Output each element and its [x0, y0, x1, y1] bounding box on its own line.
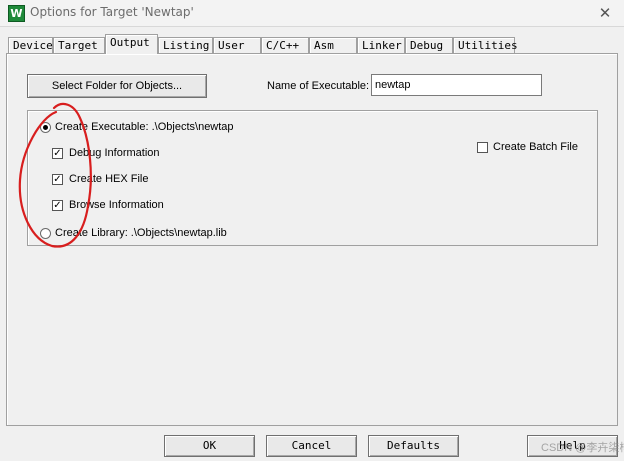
- debug-information-label: Debug Information: [69, 147, 160, 159]
- create-hex-file-label: Create HEX File: [69, 173, 149, 185]
- tab-linker[interactable]: Linker: [357, 37, 405, 53]
- title-bar: W Options for Target 'Newtap' ✕: [0, 0, 624, 27]
- create-library-label: Create Library: .\Objects\newtap.lib: [55, 227, 227, 239]
- tab-asm[interactable]: Asm: [309, 37, 357, 53]
- defaults-button[interactable]: Defaults: [368, 435, 459, 457]
- ok-button[interactable]: OK: [164, 435, 255, 457]
- browse-information-label: Browse Information: [69, 199, 164, 211]
- name-of-executable-input[interactable]: [371, 74, 542, 96]
- cancel-button[interactable]: Cancel: [266, 435, 357, 457]
- browse-information-checkbox[interactable]: ✓: [52, 200, 63, 211]
- name-of-executable-label: Name of Executable:: [267, 80, 370, 92]
- tab-target[interactable]: Target: [53, 37, 105, 53]
- create-library-radio[interactable]: [40, 228, 51, 239]
- window-title: Options for Target 'Newtap': [30, 5, 194, 19]
- create-hex-file-checkbox[interactable]: ✓: [52, 174, 63, 185]
- select-folder-button[interactable]: Select Folder for Objects...: [27, 74, 207, 98]
- create-executable-label: Create Executable: .\Objects\newtap: [55, 121, 234, 133]
- csdn-watermark: CSDN @李卉柒梓: [541, 442, 624, 454]
- tab-listing[interactable]: Listing: [158, 37, 213, 53]
- create-batch-file-checkbox[interactable]: [477, 142, 488, 153]
- tab-user[interactable]: User: [213, 37, 261, 53]
- create-executable-radio[interactable]: [40, 122, 51, 133]
- tab-device[interactable]: Device: [8, 37, 53, 53]
- app-icon: W: [8, 5, 25, 22]
- tab-utilities[interactable]: Utilities: [453, 37, 518, 53]
- tab-c-cpp[interactable]: C/C++: [261, 37, 309, 53]
- close-icon[interactable]: ✕: [594, 2, 616, 24]
- tab-debug[interactable]: Debug: [405, 37, 453, 53]
- create-batch-file-label: Create Batch File: [493, 141, 578, 153]
- debug-information-checkbox[interactable]: ✓: [52, 148, 63, 159]
- tab-output[interactable]: Output: [105, 34, 158, 54]
